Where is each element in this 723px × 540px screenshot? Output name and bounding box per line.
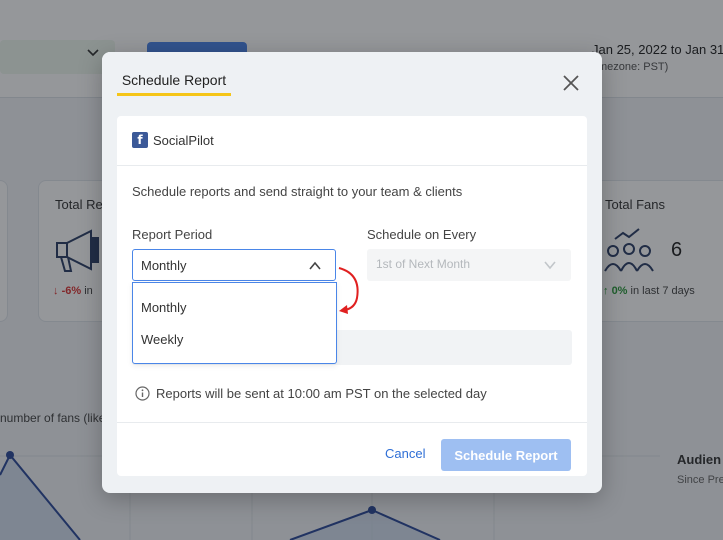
footer-divider	[117, 422, 587, 423]
report-period-dropdown: Monthly Weekly	[132, 282, 337, 364]
cancel-button[interactable]: Cancel	[385, 446, 425, 461]
schedule-on-select: 1st of Next Month	[367, 249, 571, 281]
chevron-up-icon	[309, 261, 321, 270]
annotation-arrow-icon	[338, 267, 359, 314]
info-text: Reports will be sent at 10:00 am PST on …	[156, 386, 487, 401]
modal-description: Schedule reports and send straight to yo…	[132, 184, 463, 199]
chevron-down-icon	[544, 261, 556, 270]
facebook-icon: f	[132, 132, 148, 148]
tab-schedule-report[interactable]: Schedule Report	[117, 70, 231, 96]
option-monthly[interactable]: Monthly	[133, 292, 336, 324]
option-weekly[interactable]: Weekly	[133, 324, 336, 356]
report-period-select[interactable]: Monthly	[132, 249, 336, 281]
account-row: f SocialPilot	[117, 116, 587, 166]
schedule-report-button[interactable]: Schedule Report	[441, 439, 571, 471]
schedule-on-label: Schedule on Every	[367, 227, 477, 242]
info-icon	[135, 386, 150, 401]
schedule-report-modal: Schedule Report f SocialPilot Schedule r…	[102, 52, 602, 493]
account-name: SocialPilot	[153, 133, 214, 148]
report-period-label: Report Period	[132, 227, 213, 242]
close-icon[interactable]	[560, 72, 582, 94]
report-period-value: Monthly	[141, 258, 187, 273]
schedule-on-value: 1st of Next Month	[376, 257, 471, 271]
modal-header: Schedule Report	[102, 52, 602, 114]
modal-body: f SocialPilot Schedule reports and send …	[117, 116, 587, 476]
